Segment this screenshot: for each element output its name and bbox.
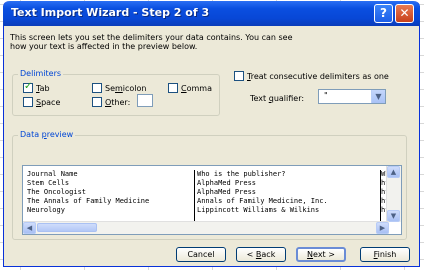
finish-button[interactable]: Finish [360,247,410,262]
preview-cell: Lippincott Williams & Wilkins [197,206,320,214]
description-line-2: how your text is affected in the preview… [10,42,198,51]
dialog-title: Text Import Wizard - Step 2 of 3 [11,6,210,19]
title-bar[interactable]: Text Import Wizard - Step 2 of 3 ? ✕ [3,1,420,26]
data-preview-box[interactable]: Journal Name Stem Cells The Oncologist T… [22,165,402,235]
help-button[interactable]: ? [374,4,393,23]
dropdown-arrow-icon[interactable]: ▼ [371,90,385,103]
preview-column-2[interactable]: Who is the publisher? AlphaMed Press Alp… [195,170,381,224]
tab-checkbox[interactable] [23,81,33,93]
consecutive-delimiters-label[interactable]: Treat consecutive delimiters as one [247,72,389,81]
text-qualifier-label: Text qualifier: [250,94,305,103]
preview-cell: The Oncologist [27,188,87,196]
preview-cell: Who is the publisher? [197,170,286,178]
delimiters-group: Delimiters [12,69,220,116]
delimiters-group-label: Delimiters [18,69,64,78]
description-line-1: This screen lets you set the delimiters … [10,33,293,42]
comma-checkbox[interactable] [168,83,178,93]
preview-cell: The Annals of Family Medicine [27,197,150,205]
back-button[interactable]: < Back [236,247,286,262]
preview-cell: Neurology [27,206,65,214]
data-preview-label: Data preview [18,130,76,139]
other-delimiter-input[interactable] [137,94,153,107]
preview-column-1[interactable]: Journal Name Stem Cells The Oncologist T… [25,170,195,224]
preview-cell: AlphaMed Press [197,188,257,196]
space-label[interactable]: Space [36,98,60,107]
text-qualifier-value: " [324,91,328,100]
preview-cell: AlphaMed Press [197,179,257,187]
preview-cell: Journal Name [27,170,78,178]
tab-label[interactable]: Tab [36,84,50,93]
next-button[interactable]: Next > [296,247,346,262]
semicolon-label[interactable]: Semicolon [105,84,147,93]
cancel-button[interactable]: Cancel [176,247,226,262]
space-checkbox[interactable] [23,97,33,107]
close-button[interactable]: ✕ [395,4,414,23]
text-qualifier-select[interactable]: " ▼ [318,89,386,104]
comma-label[interactable]: Comma [181,84,212,93]
description-text: This screen lets you set the delimiters … [10,33,340,51]
scroll-left-icon[interactable]: ◀ [23,222,36,234]
consecutive-delimiters-checkbox[interactable] [234,71,244,81]
scroll-up-icon[interactable]: ▲ [387,166,400,178]
semicolon-checkbox[interactable] [92,83,102,93]
other-label[interactable]: Other: [105,98,130,107]
vertical-scrollbar[interactable]: ▲ ▼ [386,166,401,222]
horizontal-scroll-thumb[interactable] [37,223,97,232]
scroll-right-icon[interactable]: ▶ [376,222,389,234]
preview-cell: Stem Cells [27,179,70,187]
horizontal-scrollbar[interactable]: ◀ ▶ [23,221,389,234]
preview-cell: Annals of Family Medicine, Inc. [197,197,328,205]
other-checkbox[interactable] [92,97,102,107]
